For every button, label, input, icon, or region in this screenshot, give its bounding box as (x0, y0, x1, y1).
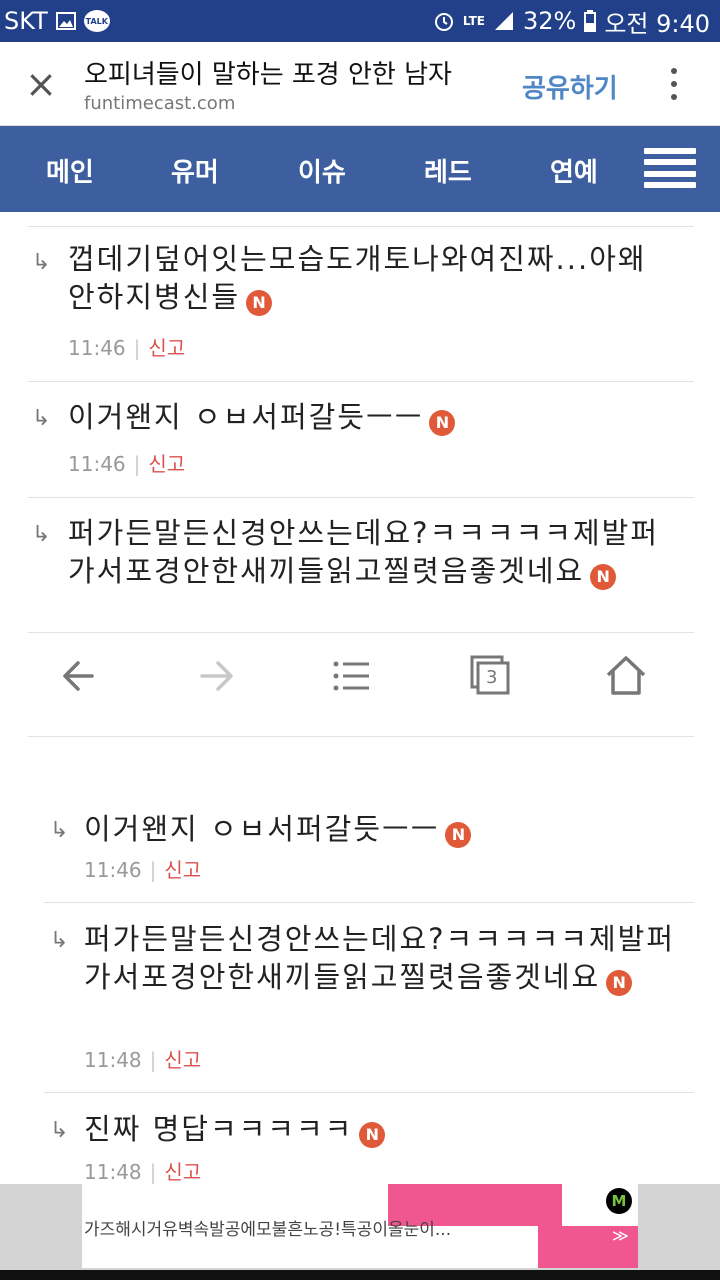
comment-time: 11:48 (84, 1048, 142, 1072)
menu-icon[interactable] (644, 148, 696, 188)
reply-arrow-icon: ↳ (32, 522, 51, 547)
ad-text: 가즈해시거유벽속발공에모불흔노공!특공이올눈이... (84, 1220, 452, 1240)
comment-text: 이거왠지 ㅇㅂ서퍼갈듯ㅡㅡ (68, 400, 424, 434)
signal-icon (493, 10, 515, 32)
image-icon (55, 12, 76, 30)
site-nav-bar: 메인 유머 이슈 레드 연예 (0, 126, 720, 212)
meta-separator: | (149, 858, 157, 882)
comment-time: 11:46 (68, 336, 126, 360)
clock: 오전 9:40 (604, 9, 710, 38)
divider (28, 226, 694, 227)
comment-text: 이거왠지 ㅇㅂ서퍼갈듯ㅡㅡ (84, 812, 440, 846)
divider (44, 902, 694, 903)
reply-arrow-icon: ↳ (32, 250, 51, 275)
page-domain: funtimecast.com (84, 93, 236, 114)
divider (44, 1092, 694, 1093)
comment-text: 퍼가든말든신경안쓰는데요?ㅋㅋㅋㅋㅋ제발퍼가서포경안한새끼들읽고찔렷음좋겟네요 (84, 922, 675, 994)
reply-arrow-icon: ↳ (50, 928, 69, 953)
browser-toolbar: 3 (28, 632, 694, 718)
more-options-icon[interactable] (662, 64, 686, 104)
talk-icon: TALK (83, 10, 110, 32)
new-badge: N (359, 1121, 386, 1148)
list-icon[interactable] (326, 651, 378, 701)
reply-arrow-icon: ↳ (32, 406, 51, 431)
report-link[interactable]: 신고 (164, 1048, 201, 1072)
alarm-icon (433, 10, 455, 32)
new-badge: N (246, 289, 273, 316)
tab-count: 3 (486, 667, 498, 688)
ad-creative[interactable]: 가즈해시거유벽속발공에모불흔노공!특공이올눈이... M ≫ (82, 1184, 638, 1268)
report-link[interactable]: 신고 (148, 336, 185, 360)
comment-meta: 11:46 | 신고 (68, 332, 185, 361)
comment-meta: 11:46 | 신고 (68, 448, 185, 477)
comment-meta: 11:48 | 신고 (84, 1044, 201, 1073)
comment-text: 진짜 명답ㅋㅋㅋㅋㅋ (84, 1112, 354, 1146)
new-badge: N (429, 409, 456, 436)
carrier-label: SKT (4, 7, 48, 35)
nav-item-main[interactable]: 메인 (46, 152, 94, 189)
meta-separator: | (149, 1048, 157, 1072)
comment-meta: 11:48 | 신고 (84, 1156, 201, 1184)
share-button[interactable]: 공유하기 (522, 68, 618, 105)
status-bar: SKT TALK LTE 32% 오전 9:40 (0, 0, 720, 42)
nav-item-issue[interactable]: 이슈 (298, 152, 346, 189)
comment-time: 11:48 (84, 1160, 142, 1184)
divider (28, 736, 694, 737)
comment-text: 껍데기덮어잇는모습도개토나와여진짜...아왜안하지병신들 (68, 242, 647, 314)
back-arrow-icon[interactable] (54, 651, 106, 701)
lte-icon: LTE (462, 14, 485, 28)
new-badge: N (445, 821, 472, 848)
ad-logo-icon: M (606, 1188, 632, 1214)
nav-item-entertainment[interactable]: 연예 (550, 152, 598, 189)
close-button[interactable]: × (22, 65, 60, 104)
system-nav-strip (0, 1270, 720, 1280)
browser-app-bar: × 오피녀들이 말하는 포경 안한 남자 funtimecast.com 공유하… (0, 42, 720, 126)
divider (28, 381, 694, 382)
meta-separator: | (133, 452, 141, 476)
meta-separator: | (149, 1160, 157, 1184)
new-badge: N (606, 969, 633, 996)
battery-icon (584, 10, 597, 32)
ad-arrow-icon: ≫ (612, 1226, 629, 1245)
reply-arrow-icon: ↳ (50, 1118, 69, 1143)
home-icon[interactable] (600, 651, 652, 701)
new-badge: N (590, 563, 617, 590)
report-link[interactable]: 신고 (148, 452, 185, 476)
comment-list: ↳ 껍데기덮어잇는모습도개토나와여진짜...아왜안하지병신들 N 11:46 | 신고… (0, 212, 720, 1184)
comment-text: 퍼가든말든신경안쓰는데요?ㅋㅋㅋㅋㅋ제발퍼가서포경안한새끼들읽고찔렷음좋겟네요 (68, 516, 659, 588)
nav-item-red[interactable]: 레드 (424, 152, 472, 189)
page-title: 오피녀들이 말하는 포경 안한 남자 (84, 60, 452, 90)
comment-time: 11:46 (84, 858, 142, 882)
ad-banner[interactable]: 가즈해시거유벽속발공에모불흔노공!특공이올눈이... M ≫ (0, 1184, 720, 1270)
comment-meta: 11:46 | 신고 (84, 854, 201, 883)
tabs-icon[interactable]: 3 (464, 651, 516, 701)
reply-arrow-icon: ↳ (50, 818, 69, 843)
report-link[interactable]: 신고 (164, 858, 201, 882)
divider (28, 497, 694, 498)
battery-percent: 32% (522, 7, 577, 35)
nav-item-humor[interactable]: 유머 (171, 152, 219, 189)
report-link[interactable]: 신고 (164, 1160, 201, 1184)
meta-separator: | (133, 336, 141, 360)
comment-time: 11:46 (68, 452, 126, 476)
forward-arrow-icon[interactable] (190, 651, 242, 701)
